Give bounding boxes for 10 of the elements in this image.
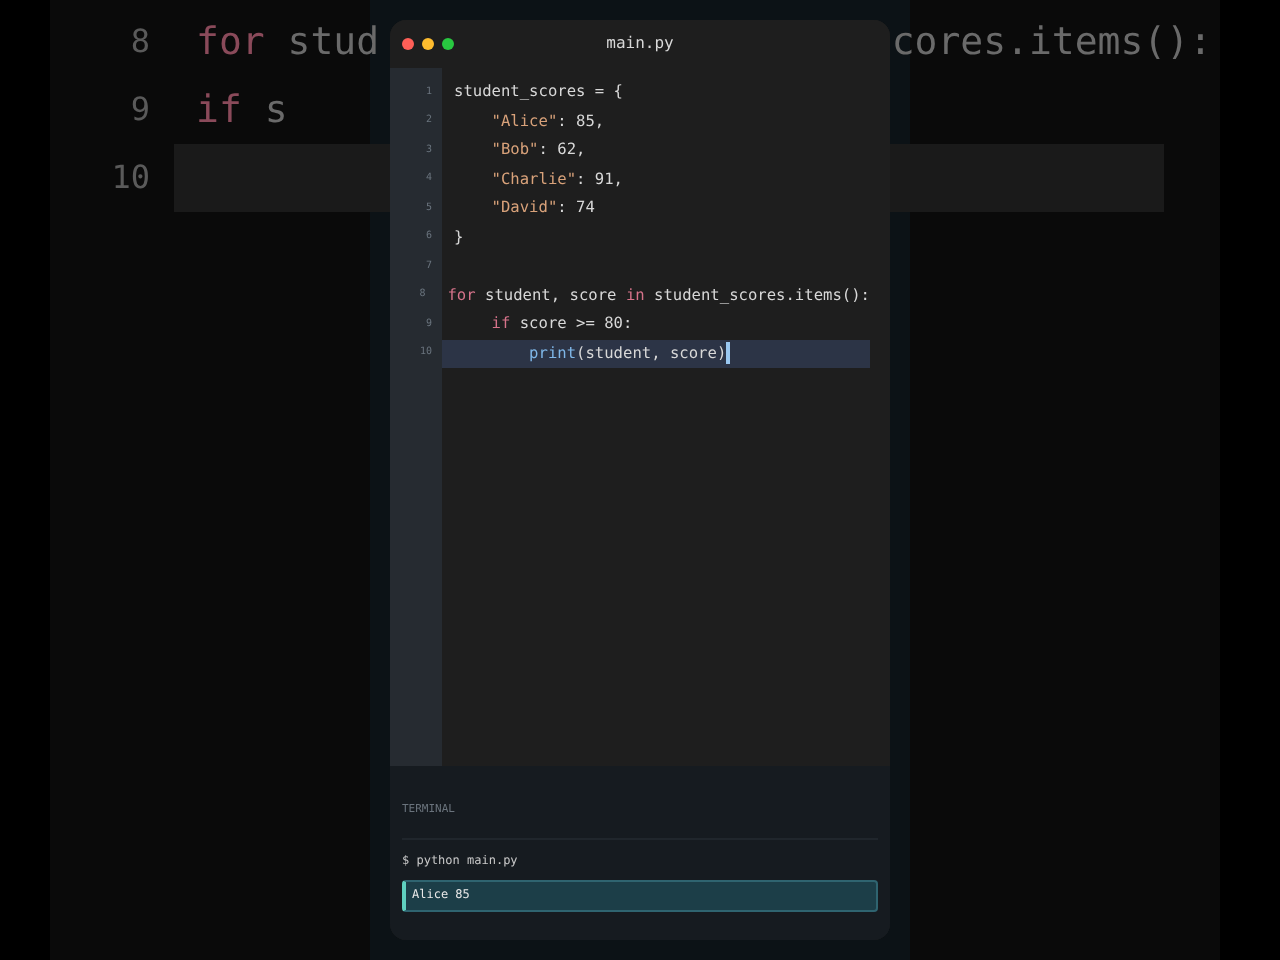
- line-number: 9: [128, 88, 150, 132]
- window-title: main.py: [606, 32, 674, 56]
- code-text: for: [196, 17, 265, 68]
- code-text: cores.items():: [891, 17, 1212, 68]
- code-text: s: [262, 85, 288, 136]
- line-number: 8: [128, 20, 150, 64]
- code-text: stud: [285, 17, 380, 68]
- line-number: 10: [109, 156, 150, 200]
- text-cursor: [726, 342, 730, 365]
- code-text: if: [196, 85, 242, 136]
